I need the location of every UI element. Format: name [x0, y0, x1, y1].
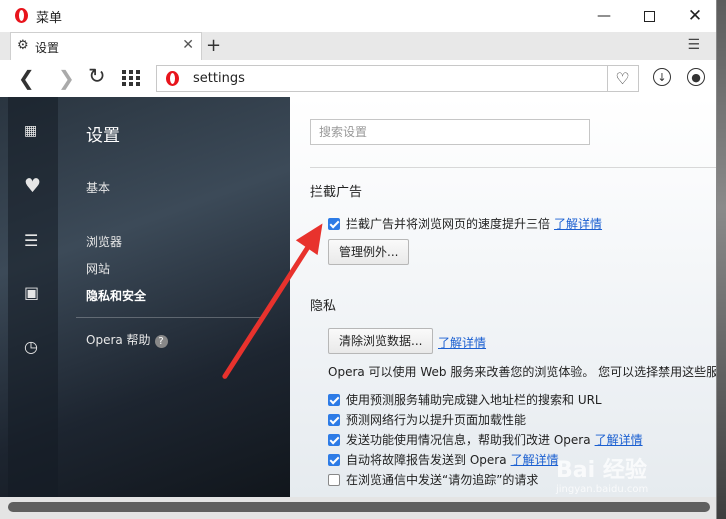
back-button[interactable]: ❮	[18, 66, 35, 90]
reload-button[interactable]: ↻	[88, 64, 106, 88]
option-checkbox[interactable]	[328, 434, 340, 446]
option-learn-more-link[interactable]: 了解详情	[511, 453, 559, 467]
watermark-text: Bai 经验	[556, 458, 647, 483]
settings-main: 拦截广告 拦截广告并将浏览网页的速度提升三倍了解详情 管理例外... 隐私 清除…	[290, 97, 716, 497]
option-checkbox[interactable]	[328, 454, 340, 466]
forward-button[interactable]: ❯	[58, 66, 75, 90]
url-text[interactable]: settings	[193, 71, 245, 86]
news-icon[interactable]: ☰	[24, 231, 38, 250]
speed-dial-icon[interactable]: ▦	[24, 123, 37, 139]
navigation-toolbar: ❮ ❯ ↻ settings ♡ ↓ ●	[0, 60, 716, 98]
heart-icon[interactable]: ♥	[24, 175, 41, 197]
address-bar[interactable]: settings	[156, 65, 608, 92]
baidu-watermark: Bai 经验 jingyan.baidu.com	[556, 452, 716, 502]
maximize-button[interactable]	[626, 0, 672, 32]
tab-menu-icon[interactable]: ☰	[687, 37, 700, 53]
privacy-heading: 隐私	[310, 299, 337, 314]
opera-page-icon	[166, 71, 179, 86]
sidebar-title: 设置	[86, 126, 120, 146]
close-button[interactable]: ✕	[672, 0, 716, 32]
option-checkbox[interactable]	[328, 394, 340, 406]
sidebar-item-browser[interactable]: 浏览器	[86, 233, 122, 250]
tab-close-icon[interactable]: ✕	[182, 37, 194, 53]
history-icon[interactable]: ◷	[24, 337, 38, 356]
scrollbar-thumb[interactable]	[8, 502, 710, 512]
sidebar-icon-rail: ▦ ♥ ☰ ▣ ◷	[8, 97, 58, 497]
privacy-option[interactable]: 使用预测服务辅助完成键入地址栏的搜索和 URL	[328, 391, 602, 408]
sidebar-item-basic[interactable]: 基本	[86, 179, 110, 196]
opera-logo-icon[interactable]	[15, 8, 28, 23]
search-input[interactable]	[310, 119, 590, 145]
minimize-button[interactable]: —	[581, 0, 627, 32]
maximize-icon	[643, 10, 655, 22]
close-icon: ✕	[687, 6, 703, 26]
option-label: 在浏览通信中发送“请勿追踪”的请求	[346, 473, 539, 487]
watermark-url: jingyan.baidu.com	[556, 484, 649, 495]
adblock-heading: 拦截广告	[310, 185, 363, 200]
privacy-info-text: Opera 可以使用 Web 服务来改善您的浏览体验。 您可以选择禁用这些服	[328, 365, 716, 379]
sidebar-item-help[interactable]: Opera 帮助?	[86, 331, 168, 348]
sidebar-divider	[76, 317, 261, 318]
adblock-learn-more-link[interactable]: 了解详情	[554, 217, 602, 231]
new-tab-button[interactable]: +	[206, 35, 221, 56]
sidebar-item-websites[interactable]: 网站	[86, 260, 110, 277]
option-checkbox[interactable]	[328, 474, 340, 486]
section-divider	[310, 167, 716, 168]
privacy-option[interactable]: 自动将故障报告发送到 Opera 了解详情	[328, 451, 559, 468]
clear-browsing-data-button[interactable]: 清除浏览数据...	[328, 328, 434, 354]
adblock-checkbox[interactable]	[328, 218, 340, 230]
download-icon[interactable]: ↓	[653, 68, 671, 86]
tab-strip: ⚙ 设置 ✕ + ☰	[0, 32, 716, 60]
minimize-icon: —	[597, 8, 611, 24]
privacy-option[interactable]: 在浏览通信中发送“请勿追踪”的请求	[328, 471, 538, 488]
option-label: 自动将故障报告发送到 Opera	[346, 453, 507, 467]
option-checkbox[interactable]	[328, 414, 340, 426]
option-label: 发送功能使用情况信息，帮助我们改进 Opera	[346, 433, 591, 447]
privacy-option[interactable]: 发送功能使用情况信息，帮助我们改进 Opera 了解详情	[328, 431, 643, 448]
window-title: 菜单	[36, 11, 63, 26]
option-label: 使用预测服务辅助完成键入地址栏的搜索和 URL	[346, 393, 602, 407]
tab-label: 设置	[35, 41, 60, 55]
option-learn-more-link[interactable]: 了解详情	[595, 433, 643, 447]
gear-icon: ⚙	[17, 38, 29, 53]
settings-sidebar: ▦ ♥ ☰ ▣ ◷ 设置 基本 浏览器 网站 隐私和安全 Opera 帮助?	[0, 97, 290, 497]
question-icon: ?	[154, 335, 168, 348]
manage-exceptions-button[interactable]: 管理例外...	[328, 239, 410, 265]
heart-icon: ♡	[615, 69, 630, 88]
page-content: ▦ ♥ ☰ ▣ ◷ 设置 基本 浏览器 网站 隐私和安全 Opera 帮助? 拦…	[0, 97, 716, 497]
adblock-option[interactable]: 拦截广告并将浏览网页的速度提升三倍 了解详情	[328, 215, 602, 232]
tab-settings[interactable]: ⚙ 设置 ✕	[10, 32, 202, 60]
sidebar-item-privacy[interactable]: 隐私和安全	[86, 287, 146, 304]
clear-learn-more-link[interactable]: 了解详情	[438, 334, 486, 351]
speed-dial-button[interactable]	[122, 70, 140, 86]
option-label: 预测网络行为以提升页面加载性能	[346, 413, 527, 427]
privacy-option[interactable]: 预测网络行为以提升页面加载性能	[328, 411, 526, 428]
adblock-label: 拦截广告并将浏览网页的速度提升三倍	[346, 217, 551, 231]
help-label: Opera 帮助	[86, 333, 151, 347]
browser-window: 菜单 — ✕ ⚙ 设置 ✕ + ☰ ❮ ❯ ↻ settings ♡ ↓ ● ▦…	[0, 0, 717, 519]
account-icon[interactable]: ●	[687, 68, 705, 86]
desktop-icon[interactable]: ▣	[24, 283, 39, 302]
bookmark-heart-button[interactable]: ♡	[607, 65, 639, 92]
title-bar: 菜单 — ✕	[0, 0, 716, 32]
